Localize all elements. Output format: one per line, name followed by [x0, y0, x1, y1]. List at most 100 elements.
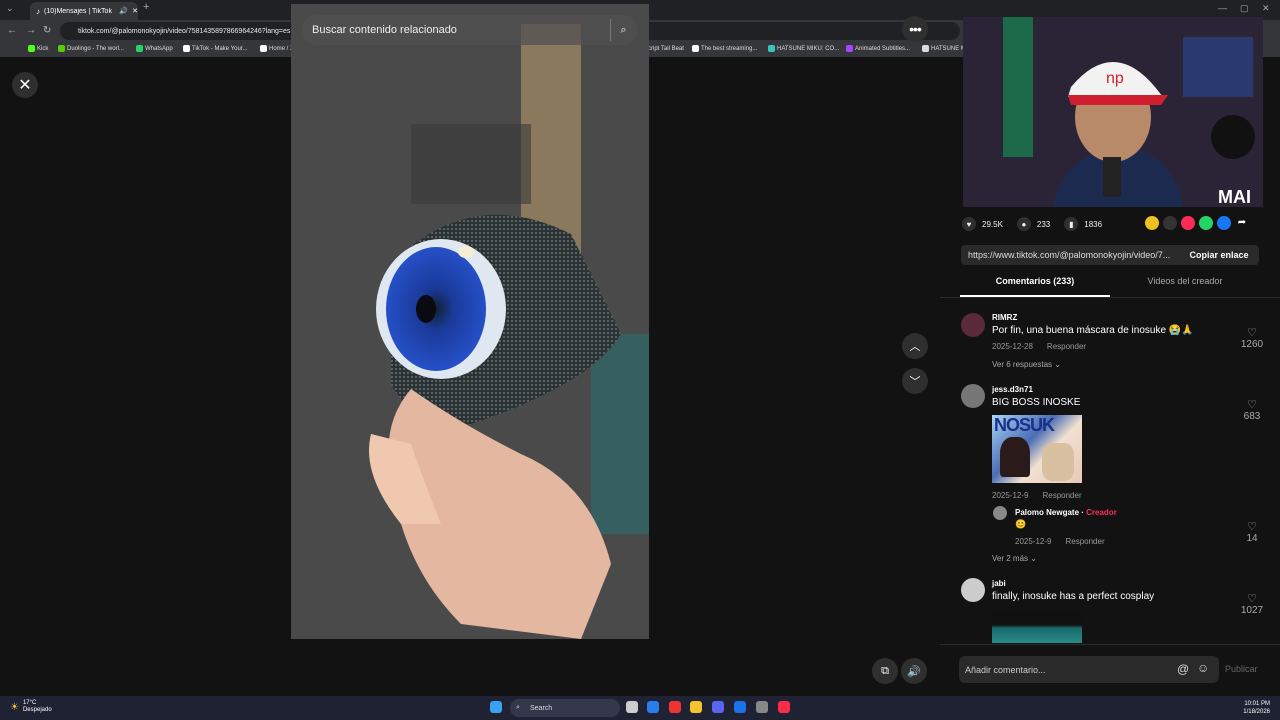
tiktok-favicon-icon: ♪	[36, 6, 40, 16]
tab-audio-icon[interactable]: 🔊	[119, 7, 128, 15]
bookmark-label: Script Tail Beat	[644, 45, 684, 52]
comment-username[interactable]: jess.d3n71	[992, 385, 1033, 394]
reply-like[interactable]: ♡ 14	[1237, 521, 1267, 544]
bookmark-favicon-icon	[58, 45, 65, 52]
os-taskbar: ☀ 17°C Despejado ⌕ Search 10:01 PM 1/18/2…	[0, 696, 1280, 720]
comment-input[interactable]: Añadir comentario... @ ☺	[959, 656, 1219, 683]
whatsapp-icon[interactable]	[1199, 216, 1213, 230]
video-player[interactable]	[291, 4, 649, 639]
windows-start-icon[interactable]	[490, 701, 502, 713]
comment-like[interactable]: ♡ 1027	[1237, 593, 1267, 616]
search-icon: ⌕	[516, 704, 520, 711]
bookmark-item[interactable]: Animated Subtitles...	[846, 45, 910, 52]
avatar[interactable]	[961, 313, 985, 337]
mention-icon[interactable]: @	[1177, 662, 1189, 676]
copy-link-button[interactable]: Copiar enlace	[1179, 250, 1259, 260]
taskbar-search[interactable]: ⌕ Search	[510, 699, 620, 717]
webcam-overlay: np MAI	[963, 17, 1263, 207]
more-horizontal-icon: •••	[909, 21, 922, 37]
tab-comments[interactable]: Comentarios (233)	[960, 276, 1110, 297]
bookmark-favicon-icon	[922, 45, 929, 52]
comment-like[interactable]: ♡ 683	[1237, 399, 1267, 422]
bookmark-item[interactable]: Kick	[28, 45, 48, 52]
reply-button[interactable]: Responder	[1042, 491, 1081, 500]
comment-date: 2025-12-9	[992, 491, 1029, 500]
avatar[interactable]	[961, 384, 985, 408]
bookmark-item[interactable]: WhatsApp	[136, 45, 173, 52]
clock-date: 1/18/2026	[1243, 709, 1270, 715]
send-icon[interactable]	[1181, 216, 1195, 230]
music-icon[interactable]	[778, 701, 790, 713]
share-link[interactable]: https://www.tiktok.com/@palomonokyojin/v…	[961, 250, 1179, 260]
comment-username[interactable]: RIMRZ	[992, 313, 1017, 322]
view-replies-button[interactable]: Ver 6 respuestas ⌄	[992, 360, 1061, 369]
publish-button[interactable]: Publicar	[1225, 664, 1258, 674]
emoji-icon[interactable]: ☺	[1197, 661, 1209, 675]
view-more-replies-button[interactable]: Ver 2 más ⌄	[992, 554, 1037, 563]
bookmark-item[interactable]: HATSUNE MIKU: CO...	[768, 45, 839, 52]
volume-button[interactable]: 🔊	[901, 658, 927, 684]
weather-widget[interactable]: ☀ 17°C Despejado	[10, 700, 52, 714]
comment-like[interactable]: ♡ 1260	[1237, 327, 1267, 350]
previous-video-button[interactable]: ︿	[902, 333, 928, 359]
bookmark-item[interactable]: Duolingo - The worl...	[58, 45, 124, 52]
tab-close-icon[interactable]: ✕	[132, 7, 138, 15]
comment-image[interactable]	[992, 610, 1082, 643]
webcam-watermark: MAI	[1218, 187, 1251, 207]
save-stat[interactable]: ▮ 1836	[1064, 217, 1102, 231]
new-tab-icon[interactable]: +	[143, 1, 149, 13]
reply-text: 😊	[1015, 519, 1027, 529]
comment-image[interactable]: NOSUK	[992, 415, 1082, 483]
reply-username[interactable]: Palomo Newgate · Creador	[1015, 508, 1117, 517]
bookmark-item[interactable]: Home / X	[260, 45, 294, 52]
embed-icon[interactable]	[1163, 216, 1177, 230]
widgets-icon[interactable]	[647, 701, 659, 713]
webcam-image: np MAI	[963, 17, 1263, 207]
bookmark-icon: ▮	[1064, 217, 1079, 231]
creator-avatar[interactable]	[993, 506, 1007, 520]
clock[interactable]: 10:01 PM 1/18/2026	[1243, 700, 1270, 716]
tab-list-icon[interactable]: ⌄	[6, 3, 14, 14]
minimize-icon[interactable]: —	[1218, 3, 1227, 13]
save-count: 1836	[1084, 219, 1103, 229]
related-search-input[interactable]: Buscar contenido relacionado	[312, 24, 457, 36]
reply-button[interactable]: Responder	[1047, 342, 1086, 351]
search-icon[interactable]: ⌕	[610, 19, 632, 41]
bookmark-favicon-icon	[768, 45, 775, 52]
reply-button[interactable]: Responder	[1065, 537, 1104, 546]
avatar[interactable]	[961, 578, 985, 602]
share-icons: ➦	[1145, 216, 1249, 230]
window-close-icon[interactable]: ✕	[1262, 3, 1270, 14]
creator-badge: Creador	[1086, 508, 1117, 517]
clock-time: 10:01 PM	[1244, 701, 1270, 707]
settings-icon[interactable]	[756, 701, 768, 713]
next-video-button[interactable]: ﹀	[902, 368, 928, 394]
comment-stat[interactable]: ● 233	[1016, 217, 1050, 231]
bookmark-label: Duolingo - The worl...	[67, 45, 124, 52]
bookmark-item[interactable]: The best streaming...	[692, 45, 757, 52]
related-search-bar[interactable]: Buscar contenido relacionado ⌕	[302, 15, 638, 45]
browser-tab[interactable]: ♪ (10)Mensajes | TikTok 🔊 ✕	[30, 2, 138, 20]
maximize-icon[interactable]: ▢	[1240, 3, 1249, 14]
comment-username[interactable]: jabi	[992, 579, 1006, 588]
more-options-button[interactable]: •••	[902, 16, 928, 42]
gift-icon[interactable]	[1145, 216, 1159, 230]
share-arrow-icon[interactable]: ➦	[1235, 216, 1249, 230]
file-explorer-icon[interactable]	[690, 701, 702, 713]
forward-icon[interactable]: →	[26, 25, 36, 36]
opera-icon[interactable]	[669, 701, 681, 713]
close-button[interactable]: ✕	[12, 72, 38, 98]
discord-icon[interactable]	[712, 701, 724, 713]
tab-creator-videos[interactable]: Videos del creador	[1110, 276, 1260, 297]
reload-icon[interactable]: ↻	[43, 25, 51, 36]
chrome-icon[interactable]	[734, 701, 746, 713]
floating-player-button[interactable]: ⧉	[872, 658, 898, 684]
bookmark-item[interactable]: TikTok - Make Your...	[183, 45, 247, 52]
like-stat[interactable]: ♥ 29.5K	[962, 217, 1003, 231]
task-view-icon[interactable]	[626, 701, 638, 713]
heart-outline-icon: ♡	[1247, 521, 1257, 533]
facebook-icon[interactable]	[1217, 216, 1231, 230]
back-icon[interactable]: ←	[7, 25, 17, 36]
close-icon: ✕	[18, 77, 32, 94]
bookmark-label: WhatsApp	[145, 45, 173, 52]
